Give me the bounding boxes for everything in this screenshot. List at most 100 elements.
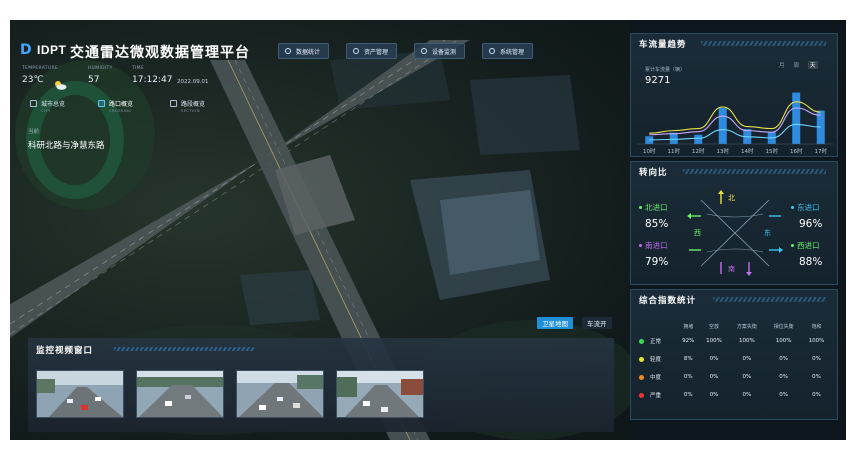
flow-trend-panel: 车流量趋势 累计车流量（辆） 9271 月 周 天 10时 11时 12时 13时 14… — [630, 33, 838, 157]
table-cell: 0% — [779, 374, 788, 380]
level-label: 正常 — [650, 339, 662, 345]
current-label: 当前 — [28, 129, 40, 135]
nav-label: 资产管理 — [364, 48, 389, 56]
north-entry-value: 85% — [645, 218, 669, 230]
period-week[interactable]: 周 — [794, 61, 800, 69]
tab-sub: CITY — [41, 108, 51, 113]
table-cell: 0% — [709, 356, 719, 362]
temperature-label: TEMPERATURE — [22, 66, 59, 71]
east-dot — [791, 206, 794, 209]
table-cell: 0% — [812, 374, 821, 380]
camera-feed-2[interactable] — [136, 370, 224, 418]
table-cell: 8% — [683, 356, 693, 362]
table-cell: 100% — [775, 338, 792, 344]
table-header-row: 拥堵 空放 方案失衡 相位失衡 饱和 — [639, 320, 831, 332]
north-dot — [639, 206, 642, 209]
humidity-value: 57 — [88, 75, 100, 85]
table-cell: 0% — [779, 392, 788, 398]
nav-label: 系统管理 — [500, 48, 525, 56]
table-cell: 0% — [742, 392, 752, 398]
compass-south: 南 — [728, 265, 735, 273]
table-cell: 100% — [706, 338, 722, 344]
tab-city[interactable]: 城市总览 CITY — [30, 99, 65, 113]
crossing-icon — [98, 100, 105, 107]
period-switch: 月 周 天 — [779, 61, 818, 69]
table-cell: 0% — [742, 374, 752, 380]
x-tick-label: 12时 — [692, 147, 705, 155]
flow-total: 9271 — [645, 75, 671, 86]
tab-crossing[interactable]: 路口概览 CROSSING — [98, 99, 133, 113]
logo-text: IDPT — [37, 43, 67, 57]
column-header: 方案失衡 — [736, 323, 757, 330]
humidity-label: HUMIDITY — [88, 66, 113, 71]
tab-section[interactable]: 路段概览 SECTION — [170, 99, 205, 113]
turn-ratio-panel: 转向比 北进口 85% 南进口 79% 东进口 96% 西进口 88% 北 南 … — [630, 161, 838, 285]
table-cell: 0% — [812, 356, 821, 362]
camera-feed-1[interactable] — [36, 370, 124, 418]
level-label: 轻度 — [650, 357, 662, 363]
east-entry-value: 96% — [799, 218, 823, 230]
table-cell: 92% — [682, 338, 695, 344]
table-row: 轻度 8% 0% 0% 0% 0% — [639, 350, 831, 368]
period-day[interactable]: 天 — [808, 61, 818, 69]
app-screen: D IDPT 交通雷达微观数据管理平台 数据统计 资产管理 设备监测 系统管理 … — [10, 20, 846, 440]
logo-icon: D — [20, 42, 32, 58]
table-cell: 0% — [709, 392, 719, 398]
x-tick-label: 13时 — [717, 147, 730, 155]
title-decoration — [713, 297, 826, 302]
period-month[interactable]: 月 — [779, 61, 785, 69]
nav-label: 数据统计 — [296, 48, 321, 56]
asset-icon — [353, 48, 359, 54]
tab-sub: SECTION — [181, 108, 200, 113]
column-header: 拥堵 — [683, 323, 694, 330]
partly-cloudy-icon — [53, 75, 67, 90]
nav-asset-button[interactable]: 资产管理 — [346, 43, 398, 59]
nav-system-button[interactable]: 系统管理 — [482, 43, 534, 59]
time-value: 17:12:47 — [132, 75, 173, 85]
satellite-map-button[interactable]: 卫星地图 — [537, 317, 573, 329]
level-dot — [639, 357, 644, 362]
level-cell: 轻度 — [639, 350, 677, 368]
tab-label: 城市总览 — [41, 101, 66, 108]
flow-bar — [792, 92, 801, 144]
x-tick-label: 14时 — [741, 147, 754, 155]
x-tick-label: 10时 — [643, 147, 656, 155]
title-decoration — [114, 347, 254, 351]
traffic-toggle-button[interactable]: 车流开 — [582, 317, 612, 329]
flow-bar — [718, 108, 727, 144]
table-cell: 100% — [738, 338, 755, 344]
flow-bar — [694, 134, 703, 144]
device-icon — [421, 48, 427, 54]
camera-feed-3[interactable] — [236, 370, 324, 418]
compass-west: 西 — [694, 229, 701, 237]
level-cell: 正常 — [639, 332, 677, 350]
flow-subtitle: 累计车流量（辆） — [645, 67, 686, 73]
time-label: TIME — [132, 66, 145, 71]
table-row: 中度 0% 0% 0% 0% 0% — [639, 368, 831, 386]
east-entry-label: 东进口 — [791, 202, 820, 213]
table-row: 严重 0% 0% 0% 0% 0% — [639, 386, 831, 404]
camera-feed-4[interactable] — [336, 370, 424, 418]
video-panel-title: 监控视频窗口 — [36, 346, 94, 356]
west-entry-label: 西进口 — [791, 240, 820, 251]
table-cell: 0% — [742, 356, 752, 362]
east-entry-name: 东进口 — [797, 203, 820, 212]
level-label: 严重 — [650, 393, 662, 399]
north-entry-label: 北进口 — [639, 202, 668, 213]
level-dot — [639, 375, 644, 380]
tab-sub: CROSSING — [109, 108, 132, 113]
column-header: 相位失衡 — [773, 323, 794, 330]
tab-label: 路段概览 — [181, 101, 206, 108]
turn-ratio-title: 转向比 — [639, 168, 668, 178]
level-dot — [639, 393, 644, 398]
index-stats-panel: 综合指数统计 拥堵 空放 方案失衡 相位失衡 饱和 正常 92% 100% 10… — [630, 289, 838, 420]
west-entry-value: 88% — [799, 256, 823, 268]
settings-icon — [489, 48, 495, 54]
x-tick-label: 11时 — [668, 147, 681, 155]
date-value: 2022.09.01 — [177, 79, 209, 85]
temperature-value: 23℃ — [22, 75, 44, 85]
nav-data-stats-button[interactable]: 数据统计 — [278, 43, 330, 59]
title-decoration — [683, 169, 826, 174]
nav-device-button[interactable]: 设备监测 — [414, 43, 466, 59]
city-icon — [30, 100, 37, 107]
